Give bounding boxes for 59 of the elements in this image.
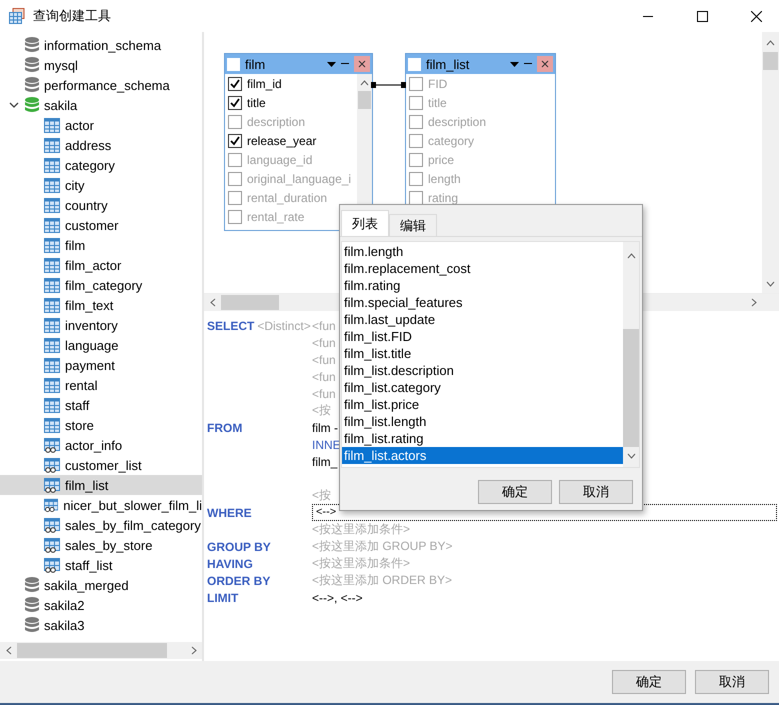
sql-keyword: FROM [207,420,242,434]
sql-keyword: GROUP BY [207,540,271,554]
field-name: language_id [247,152,312,166]
tree-label: rental [65,378,98,392]
sql-keyword: ORDER BY [207,574,270,588]
window-title: 查询创建工具 [33,7,112,25]
field-name: rating [428,190,458,204]
field-name: description [247,114,306,128]
tree-label: inventory [65,318,118,332]
tree-label: information_schema [44,38,162,52]
tree-label: store [65,418,94,432]
field-name: rental_duration [247,190,328,204]
tree-label: film_category [65,278,142,292]
sql-text: INNE [312,438,341,452]
tree-label: actor [65,118,94,132]
tree-label: film_actor [65,258,122,272]
tree-label: sakila [44,98,78,112]
tree-label: sakila2 [44,598,84,612]
tree-label: sales_by_film_category [65,518,201,532]
tree-label: country [65,198,108,212]
field-name: length [428,172,461,186]
field-name: film_id [247,76,282,90]
tree-label: nicer_but_slower_film_li [63,498,202,512]
tree-label: sakila_merged [44,578,129,592]
sql-keyword: HAVING [207,556,253,570]
field-name: description [428,114,486,128]
tree-label: film [65,238,86,252]
sql-text: film_ [312,454,338,468]
tree-label: sales_by_store [65,538,152,552]
field-name: rental_rate [247,210,304,224]
field-name: release_year [247,134,316,148]
field-name: price [428,152,454,166]
table-name: film_list [426,56,470,72]
field-name: FID [428,76,448,90]
field-name: category [428,134,474,148]
tree-label: language [65,338,118,352]
tree-label: customer_list [65,458,142,472]
field-name: original_language_i [247,172,352,186]
tree-label: city [65,178,84,192]
tree-label: customer [65,218,118,232]
tree-label: staff [65,398,90,412]
field-name: title [428,96,447,110]
tree-label: sakila3 [44,618,84,632]
tree-label: address [65,138,112,152]
tree-label: mysql [44,58,78,72]
tree-label: actor_info [65,438,122,452]
sql-keyword: WHERE [207,506,252,520]
tree-label: payment [65,358,115,372]
sql-text: <-->, <--> [312,590,363,604]
field-name: title [247,96,266,110]
table-name: film [245,56,266,72]
sql-keyword: SELECT [207,318,254,332]
tree-label: performance_schema [44,78,170,92]
tree-label: film_text [65,298,114,312]
tree-label: film_list [65,478,108,492]
tree-label: category [65,158,115,172]
tree-label: staff_list [65,558,112,572]
sql-text: film - [312,420,338,434]
sql-keyword: LIMIT [207,590,238,604]
